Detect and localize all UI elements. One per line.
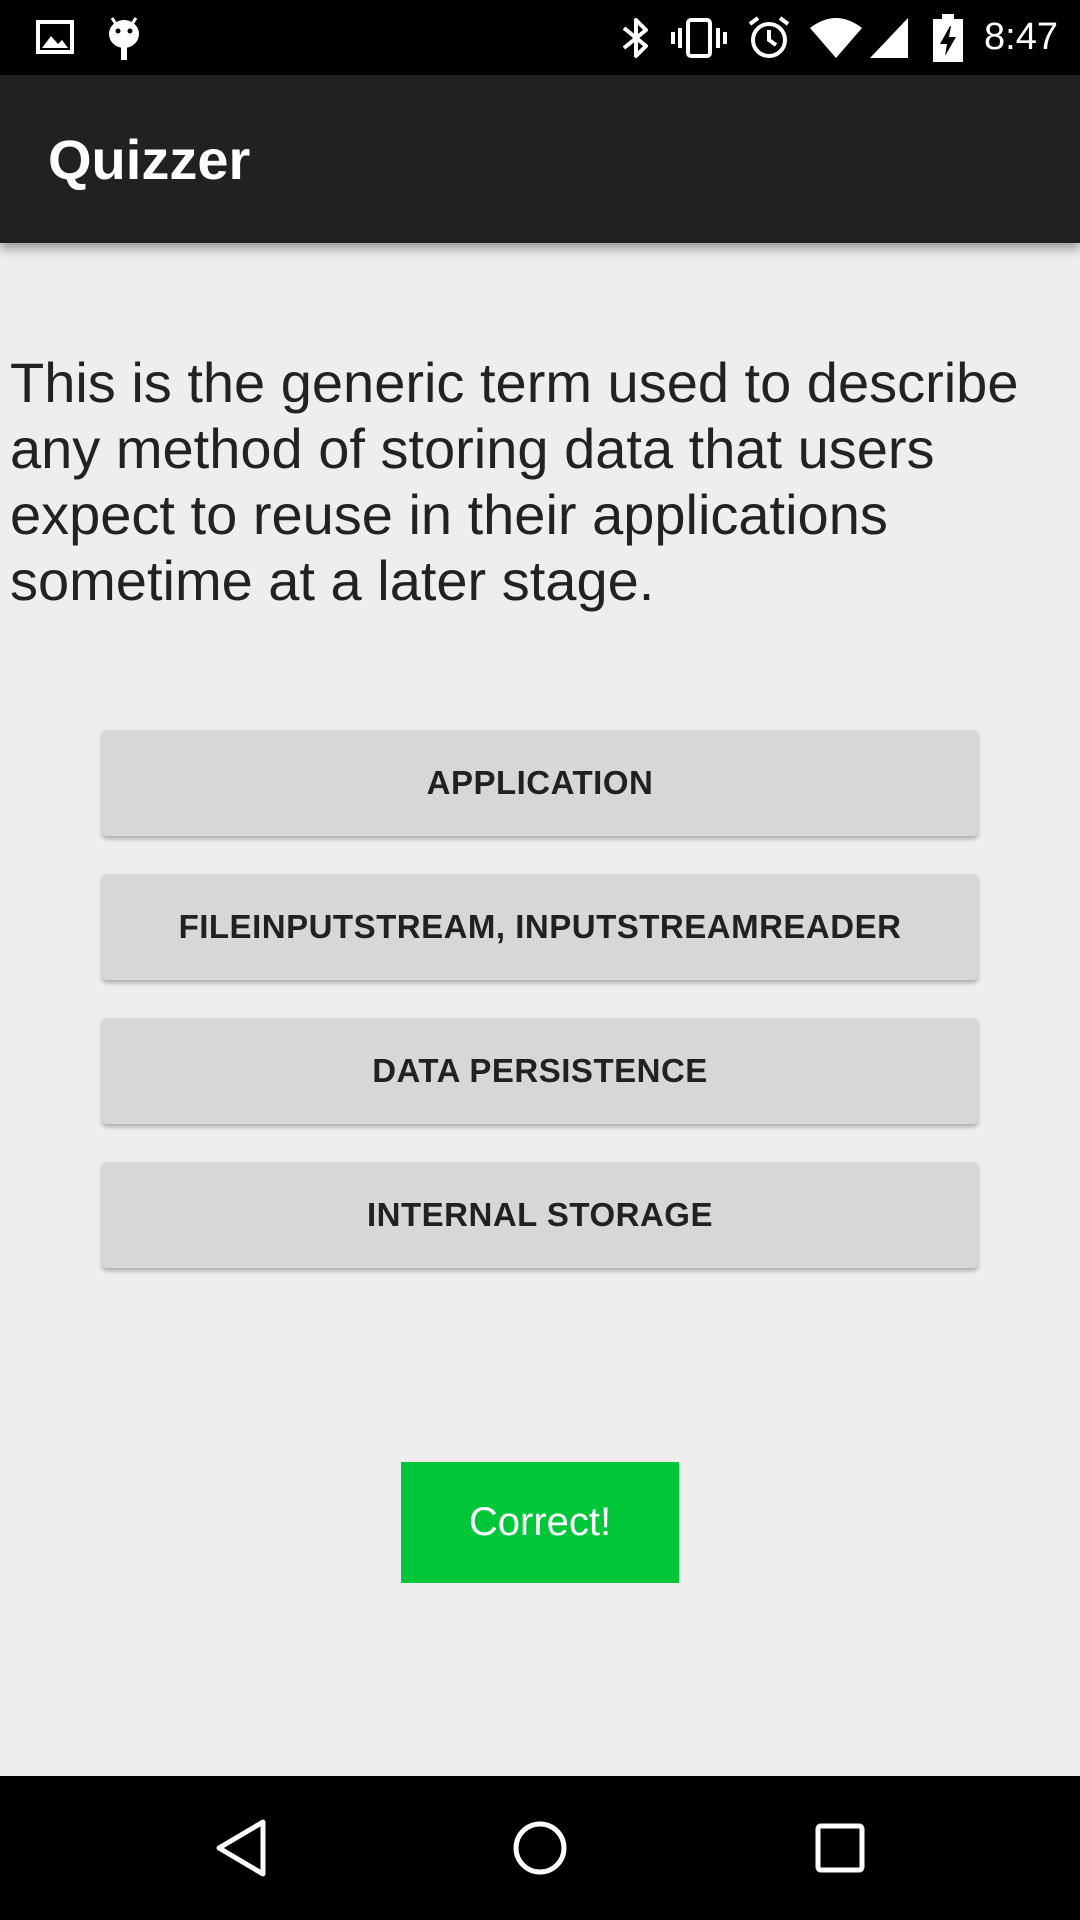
nav-bar bbox=[0, 1776, 1080, 1920]
vibrate-icon bbox=[670, 14, 728, 67]
battery-charging-icon bbox=[932, 14, 964, 69]
image-icon bbox=[36, 14, 74, 65]
android-icon bbox=[106, 14, 142, 67]
recents-icon[interactable] bbox=[795, 1806, 885, 1890]
home-icon[interactable] bbox=[495, 1806, 585, 1890]
signal-icon bbox=[868, 14, 910, 67]
answer-button-2[interactable]: FILEINPUTSTREAM, INPUTSTREAMREADER bbox=[102, 874, 978, 980]
bluetooth-icon bbox=[618, 14, 654, 67]
answer-button-3[interactable]: DATA PERSISTENCE bbox=[102, 1018, 978, 1124]
status-time: 8:47 bbox=[984, 16, 1058, 58]
back-icon[interactable] bbox=[196, 1806, 286, 1890]
status-bar: 8:47 bbox=[0, 0, 1080, 75]
answer-button-4[interactable]: INTERNAL STORAGE bbox=[102, 1162, 978, 1268]
question-text: This is the generic term used to describ… bbox=[10, 351, 1019, 612]
result-badge: Correct! bbox=[401, 1462, 679, 1583]
alarm-icon bbox=[746, 14, 792, 67]
app-title: Quizzer bbox=[48, 128, 251, 191]
answer-button-1[interactable]: APPLICATION bbox=[102, 730, 978, 836]
app-bar: Quizzer bbox=[0, 75, 1080, 243]
wifi-icon bbox=[808, 14, 864, 67]
